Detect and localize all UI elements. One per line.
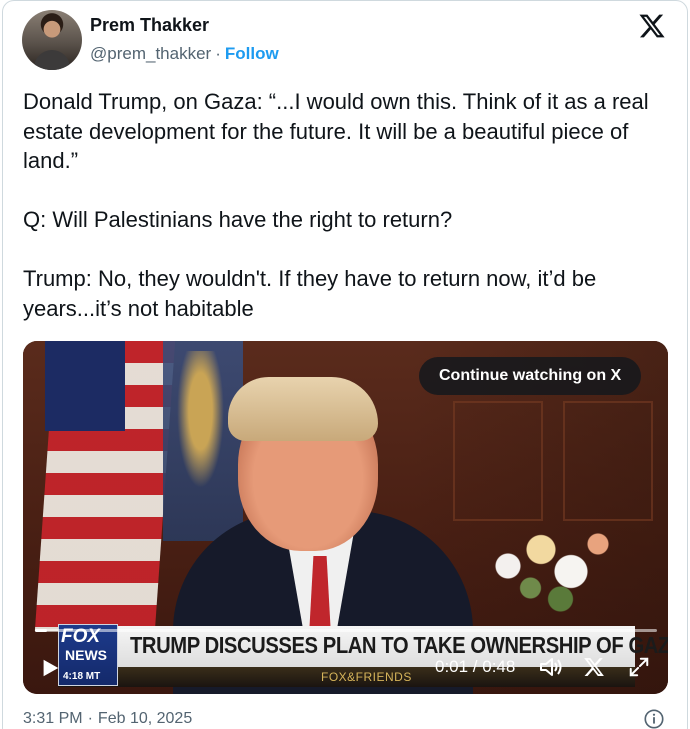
tweet-time: 3:31 PM bbox=[23, 710, 83, 727]
wall-panel bbox=[453, 401, 543, 521]
play-icon[interactable] bbox=[39, 657, 61, 679]
author-display-name[interactable]: Prem Thakker bbox=[90, 15, 209, 36]
info-icon[interactable] bbox=[643, 708, 665, 729]
author-handle-row: @prem_thakker · Follow bbox=[90, 44, 279, 64]
wall-panel bbox=[563, 401, 653, 521]
expand-icon[interactable] bbox=[628, 656, 650, 678]
tweet-date: Feb 10, 2025 bbox=[97, 710, 193, 727]
follow-button[interactable]: Follow bbox=[225, 44, 279, 63]
network-logo-time: 4:18 MT bbox=[63, 671, 101, 682]
x-logo-icon[interactable] bbox=[583, 656, 605, 678]
timestamp-separator: · bbox=[87, 710, 93, 727]
continue-watching-button[interactable]: Continue watching on X bbox=[419, 357, 642, 395]
flag-canton bbox=[45, 341, 125, 431]
author-handle[interactable]: @prem_thakker bbox=[90, 44, 211, 63]
video-time: 0:01 / 0:48 bbox=[435, 657, 516, 676]
chyron-show-name: FOX&FRIENDS bbox=[321, 670, 412, 684]
author-avatar[interactable] bbox=[22, 10, 82, 70]
tweet-text: Donald Trump, on Gaza: “...I would own t… bbox=[23, 89, 649, 321]
video-progress-fill bbox=[35, 629, 48, 632]
video-player[interactable]: Continue watching on X TRUMP DISCUSSES P… bbox=[23, 341, 668, 694]
chyron-headline: TRUMP DISCUSSES PLAN TO TAKE OWNERSHIP O… bbox=[130, 632, 668, 658]
x-logo-icon[interactable] bbox=[637, 12, 667, 40]
flag-emblem bbox=[173, 351, 228, 501]
volume-icon[interactable] bbox=[538, 655, 564, 679]
tweet-timestamp[interactable]: 3:31 PM · Feb 10, 2025 bbox=[23, 710, 192, 728]
network-logo-sub: NEWS bbox=[65, 647, 107, 663]
handle-separator: · bbox=[215, 44, 221, 63]
speaker-hair bbox=[228, 377, 378, 441]
flower-arrangement bbox=[478, 511, 628, 621]
avatar-torso bbox=[34, 50, 70, 70]
video-progress-bar[interactable] bbox=[35, 629, 657, 632]
